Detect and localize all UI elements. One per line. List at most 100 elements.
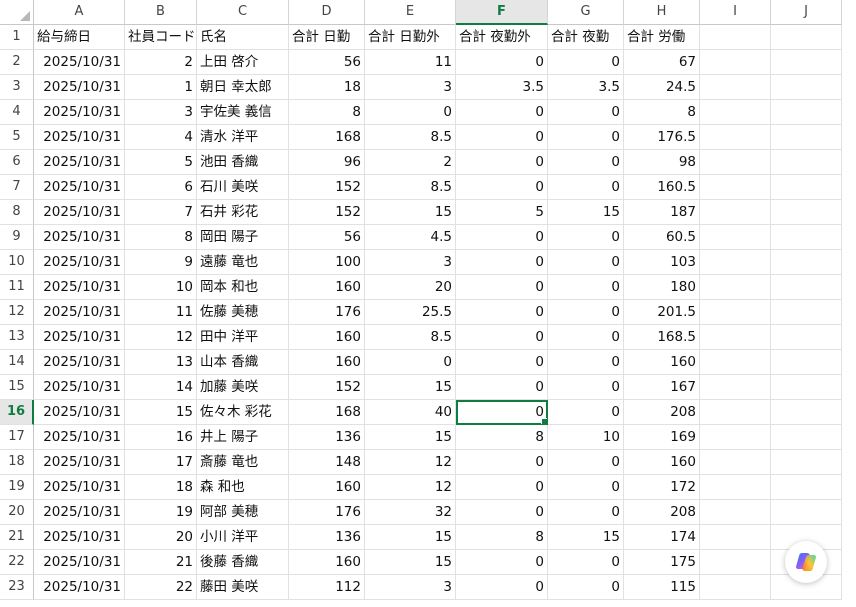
cell-c8[interactable]: 石井 彩花	[197, 200, 289, 225]
row-header-20[interactable]: 20	[0, 500, 34, 525]
cell-b5[interactable]: 4	[125, 125, 197, 150]
cell-f17[interactable]: 8	[456, 425, 548, 450]
cell-j4[interactable]	[771, 100, 842, 125]
cell-a8[interactable]: 2025/10/31	[34, 200, 125, 225]
column-header-j[interactable]: J	[771, 0, 842, 25]
cell-g21[interactable]: 15	[548, 525, 624, 550]
cell-i4[interactable]	[700, 100, 771, 125]
row-header-18[interactable]: 18	[0, 450, 34, 475]
row-header-10[interactable]: 10	[0, 250, 34, 275]
cell-i13[interactable]	[700, 325, 771, 350]
cell-i3[interactable]	[700, 75, 771, 100]
cell-e4[interactable]: 0	[365, 100, 456, 125]
cell-b22[interactable]: 21	[125, 550, 197, 575]
cell-c12[interactable]: 佐藤 美穂	[197, 300, 289, 325]
cell-e10[interactable]: 3	[365, 250, 456, 275]
cell-f2[interactable]: 0	[456, 50, 548, 75]
cell-i19[interactable]	[700, 475, 771, 500]
cell-f14[interactable]: 0	[456, 350, 548, 375]
cell-i2[interactable]	[700, 50, 771, 75]
cell-h18[interactable]: 160	[624, 450, 700, 475]
row-header-2[interactable]: 2	[0, 50, 34, 75]
cell-f21[interactable]: 8	[456, 525, 548, 550]
cell-a22[interactable]: 2025/10/31	[34, 550, 125, 575]
cell-j13[interactable]	[771, 325, 842, 350]
cell-a9[interactable]: 2025/10/31	[34, 225, 125, 250]
cell-j19[interactable]	[771, 475, 842, 500]
cell-f8[interactable]: 5	[456, 200, 548, 225]
cell-d20[interactable]: 176	[289, 500, 365, 525]
cell-b11[interactable]: 10	[125, 275, 197, 300]
cell-i15[interactable]	[700, 375, 771, 400]
cell-c21[interactable]: 小川 洋平	[197, 525, 289, 550]
cell-c4[interactable]: 宇佐美 義信	[197, 100, 289, 125]
cell-g20[interactable]: 0	[548, 500, 624, 525]
cell-g16[interactable]: 0	[548, 400, 624, 425]
cell-a19[interactable]: 2025/10/31	[34, 475, 125, 500]
cell-h4[interactable]: 8	[624, 100, 700, 125]
row-header-22[interactable]: 22	[0, 550, 34, 575]
cell-g6[interactable]: 0	[548, 150, 624, 175]
cell-h6[interactable]: 98	[624, 150, 700, 175]
cell-d19[interactable]: 160	[289, 475, 365, 500]
cell-d15[interactable]: 152	[289, 375, 365, 400]
cell-h5[interactable]: 176.5	[624, 125, 700, 150]
cell-e2[interactable]: 11	[365, 50, 456, 75]
cell-g7[interactable]: 0	[548, 175, 624, 200]
cell-h7[interactable]: 160.5	[624, 175, 700, 200]
cell-d18[interactable]: 148	[289, 450, 365, 475]
cell-h20[interactable]: 208	[624, 500, 700, 525]
cell-f4[interactable]: 0	[456, 100, 548, 125]
cell-h10[interactable]: 103	[624, 250, 700, 275]
cell-b21[interactable]: 20	[125, 525, 197, 550]
cell-b8[interactable]: 7	[125, 200, 197, 225]
cell-f9[interactable]: 0	[456, 225, 548, 250]
row-header-3[interactable]: 3	[0, 75, 34, 100]
cell-b20[interactable]: 19	[125, 500, 197, 525]
cell-a5[interactable]: 2025/10/31	[34, 125, 125, 150]
cell-i21[interactable]	[700, 525, 771, 550]
row-header-11[interactable]: 11	[0, 275, 34, 300]
cell-a10[interactable]: 2025/10/31	[34, 250, 125, 275]
cell-i10[interactable]	[700, 250, 771, 275]
cell-h14[interactable]: 160	[624, 350, 700, 375]
cell-c5[interactable]: 清水 洋平	[197, 125, 289, 150]
cell-j18[interactable]	[771, 450, 842, 475]
cell-c6[interactable]: 池田 香織	[197, 150, 289, 175]
cell-h3[interactable]: 24.5	[624, 75, 700, 100]
cell-d17[interactable]: 136	[289, 425, 365, 450]
cell-j20[interactable]	[771, 500, 842, 525]
cell-d3[interactable]: 18	[289, 75, 365, 100]
cell-h11[interactable]: 180	[624, 275, 700, 300]
cell-b14[interactable]: 13	[125, 350, 197, 375]
cell-d4[interactable]: 8	[289, 100, 365, 125]
cell-e22[interactable]: 15	[365, 550, 456, 575]
column-header-b[interactable]: B	[125, 0, 197, 25]
cell-j7[interactable]	[771, 175, 842, 200]
cell-e17[interactable]: 15	[365, 425, 456, 450]
cell-c9[interactable]: 岡田 陽子	[197, 225, 289, 250]
cell-f16[interactable]: 0	[456, 400, 548, 425]
cell-a18[interactable]: 2025/10/31	[34, 450, 125, 475]
copilot-button[interactable]	[785, 541, 827, 583]
column-header-c[interactable]: C	[197, 0, 289, 25]
row-header-12[interactable]: 12	[0, 300, 34, 325]
cell-a21[interactable]: 2025/10/31	[34, 525, 125, 550]
cell-c19[interactable]: 森 和也	[197, 475, 289, 500]
cell-e18[interactable]: 12	[365, 450, 456, 475]
cell-i9[interactable]	[700, 225, 771, 250]
cell-e5[interactable]: 8.5	[365, 125, 456, 150]
cell-b16[interactable]: 15	[125, 400, 197, 425]
cell-a6[interactable]: 2025/10/31	[34, 150, 125, 175]
cell-g18[interactable]: 0	[548, 450, 624, 475]
cell-c17[interactable]: 井上 陽子	[197, 425, 289, 450]
cell-d13[interactable]: 160	[289, 325, 365, 350]
cell-a14[interactable]: 2025/10/31	[34, 350, 125, 375]
cell-i17[interactable]	[700, 425, 771, 450]
cell-b13[interactable]: 12	[125, 325, 197, 350]
cell-a1[interactable]: 給与締日	[34, 25, 125, 50]
cell-j5[interactable]	[771, 125, 842, 150]
cell-e23[interactable]: 3	[365, 575, 456, 600]
cell-i6[interactable]	[700, 150, 771, 175]
cell-b18[interactable]: 17	[125, 450, 197, 475]
